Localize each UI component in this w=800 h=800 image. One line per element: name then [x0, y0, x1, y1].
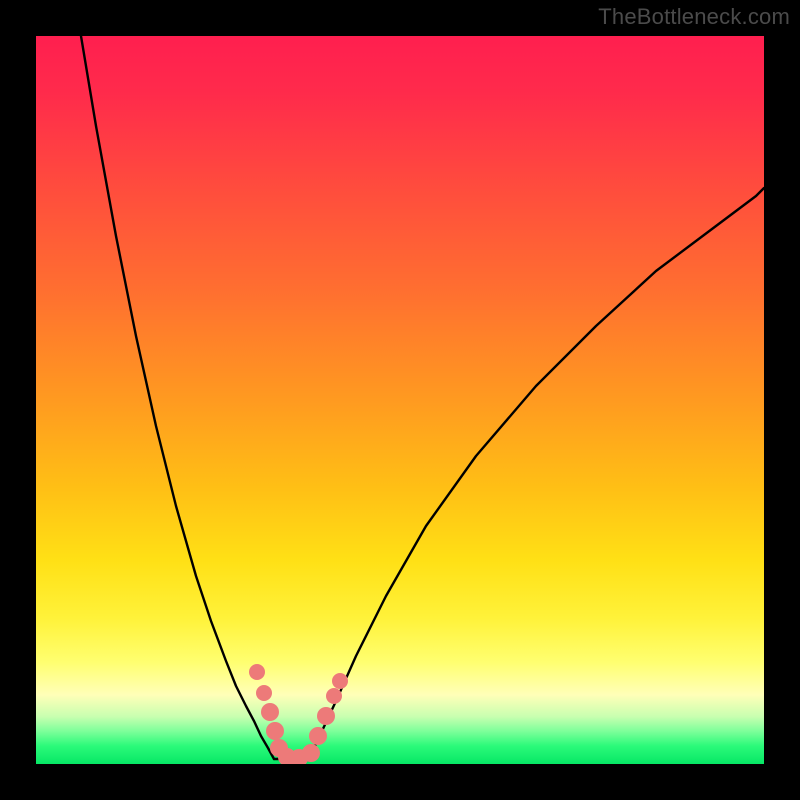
- curve-marker: [249, 664, 265, 680]
- curve-right-branch: [308, 188, 764, 759]
- curve-marker: [266, 722, 284, 740]
- curve-marker: [309, 727, 327, 745]
- curve-marker: [326, 688, 342, 704]
- curve-marker: [302, 744, 320, 762]
- curve-left-branch: [81, 36, 274, 759]
- curve-marker: [256, 685, 272, 701]
- bottleneck-curve: [36, 36, 764, 764]
- curve-marker: [332, 673, 348, 689]
- curve-marker: [261, 703, 279, 721]
- curve-markers: [249, 664, 348, 764]
- outer-frame: TheBottleneck.com: [0, 0, 800, 800]
- curve-marker: [317, 707, 335, 725]
- plot-area: [36, 36, 764, 764]
- watermark-text: TheBottleneck.com: [598, 4, 790, 30]
